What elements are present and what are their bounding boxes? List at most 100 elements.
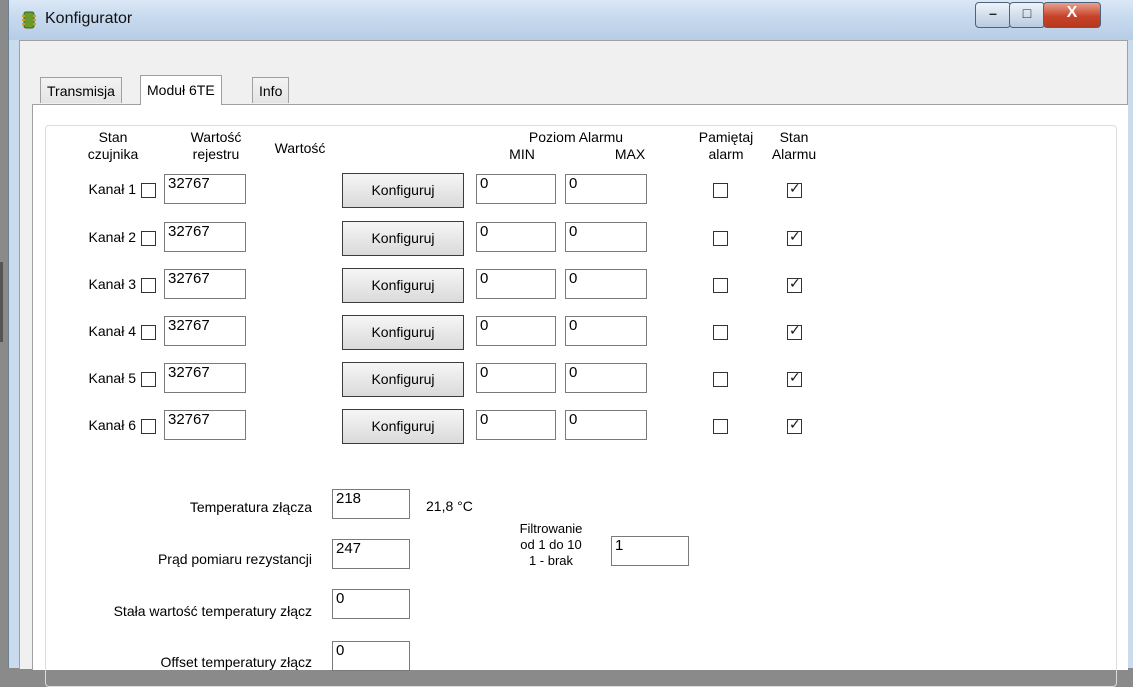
header-stan-alarmu-line1: Stan	[779, 129, 809, 145]
title-bar[interactable]: Konfigurator – □ X	[9, 0, 1133, 40]
header-stan-czujnika-line2: czujnika	[87, 146, 139, 162]
register-value: 32767	[168, 364, 210, 381]
alarm-min-field[interactable]: 0	[476, 174, 556, 204]
stala-value: 0	[336, 590, 345, 607]
tab-panel-modul-6te: Stan czujnika Wartość rejestru Wartość P…	[32, 104, 1128, 687]
alarm-state-checkbox[interactable]	[787, 276, 802, 293]
filtrowanie-field[interactable]: 1	[611, 536, 689, 566]
offset-field[interactable]: 0	[332, 641, 410, 671]
alarm-min-field[interactable]: 0	[476, 222, 556, 252]
alarm-max-value: 0	[569, 317, 578, 334]
maximize-button[interactable]: □	[1009, 2, 1045, 28]
remember-alarm-checkbox[interactable]	[713, 231, 728, 246]
register-value: 32767	[168, 175, 210, 192]
header-poziom-alarmu: Poziom Alarmu	[528, 129, 624, 145]
konfiguruj-button[interactable]: Konfiguruj	[342, 268, 464, 303]
alarm-max-value: 0	[569, 223, 578, 240]
alarm-min-value: 0	[480, 175, 489, 192]
remember-alarm-checkbox[interactable]	[713, 372, 728, 387]
alarm-state-checkbox[interactable]	[787, 229, 802, 246]
remember-alarm-checkbox[interactable]	[713, 278, 728, 293]
temperatura-label: Temperatura złącza	[189, 499, 312, 515]
tab-info[interactable]: Info	[252, 77, 290, 103]
konfiguruj-button[interactable]: Konfiguruj	[342, 315, 464, 350]
filtrowanie-line1: Filtrowanie	[519, 521, 583, 536]
alarm-state-checkbox[interactable]	[787, 323, 802, 340]
sensor-checkbox[interactable]	[141, 325, 156, 340]
sensor-checkbox[interactable]	[141, 278, 156, 293]
alarm-min-field[interactable]: 0	[476, 316, 556, 346]
register-field[interactable]: 32767	[164, 269, 246, 299]
header-stan-czujnika: Stan czujnika	[68, 129, 158, 163]
konfiguruj-button[interactable]: Konfiguruj	[342, 173, 464, 208]
alarm-max-value: 0	[569, 364, 578, 381]
alarm-state-checkbox[interactable]	[787, 370, 802, 387]
close-button[interactable]: X	[1043, 2, 1101, 28]
header-stan-alarmu-line2: Alarmu	[771, 146, 817, 162]
register-field[interactable]: 32767	[164, 363, 246, 393]
prad-value: 247	[336, 540, 362, 557]
filtrowanie-label: Filtrowanie od 1 do 10 1 - brak	[496, 521, 606, 569]
temperatura-field[interactable]: 218	[332, 489, 410, 519]
register-field[interactable]: 32767	[164, 174, 246, 204]
register-field[interactable]: 32767	[164, 316, 246, 346]
konfiguruj-button[interactable]: Konfiguruj	[342, 362, 464, 397]
register-field[interactable]: 32767	[164, 410, 246, 440]
alarm-min-value: 0	[480, 411, 489, 428]
sensor-checkbox[interactable]	[141, 231, 156, 246]
sensor-checkbox[interactable]	[141, 183, 156, 198]
prad-field[interactable]: 247	[332, 539, 410, 569]
channel-label: Kanał 3	[88, 276, 136, 292]
alarm-min-value: 0	[480, 364, 489, 381]
alarm-state-checkbox[interactable]	[787, 181, 802, 198]
alarm-min-value: 0	[480, 317, 489, 334]
header-wartosc-rejestru-line1: Wartość	[190, 129, 242, 145]
alarm-max-field[interactable]: 0	[565, 174, 647, 204]
alarm-min-field[interactable]: 0	[476, 269, 556, 299]
header-wartosc-rejestru-line2: rejestru	[192, 146, 240, 162]
sensor-checkbox[interactable]	[141, 372, 156, 387]
remember-alarm-checkbox[interactable]	[713, 183, 728, 198]
header-min: MIN	[509, 146, 535, 162]
register-value: 32767	[168, 223, 210, 240]
header-pamietaj-line1: Pamiętaj	[698, 129, 754, 145]
stala-field[interactable]: 0	[332, 589, 410, 619]
konfiguruj-button[interactable]: Konfiguruj	[342, 221, 464, 256]
register-field[interactable]: 32767	[164, 222, 246, 252]
channel-label: Kanał 5	[88, 370, 136, 386]
alarm-min-field[interactable]: 0	[476, 363, 556, 393]
offset-label: Offset temperatury złącz	[160, 654, 312, 670]
konfigurator-window: Konfigurator – □ X Transmisja Moduł 6TE …	[8, 0, 1133, 687]
tab-transmisja[interactable]: Transmisja	[40, 77, 122, 103]
header-wartosc-rejestru: Wartość rejestru	[176, 129, 256, 163]
alarm-max-field[interactable]: 0	[565, 222, 647, 252]
channel-label: Kanał 2	[88, 229, 136, 245]
alarm-max-value: 0	[569, 411, 578, 428]
alarm-state-checkbox[interactable]	[787, 417, 802, 434]
window-controls: – □ X	[969, 2, 1129, 28]
alarm-max-field[interactable]: 0	[565, 269, 647, 299]
alarm-max-value: 0	[569, 270, 578, 287]
minimize-button[interactable]: –	[975, 2, 1011, 28]
prad-label: Prąd pomiaru rezystancji	[157, 551, 312, 567]
close-icon: X	[1066, 4, 1078, 21]
alarm-max-field[interactable]: 0	[565, 363, 647, 393]
header-pamietaj-line2: alarm	[708, 146, 744, 162]
temperatura-value: 218	[336, 490, 362, 507]
remember-alarm-checkbox[interactable]	[713, 419, 728, 434]
alarm-max-field[interactable]: 0	[565, 410, 647, 440]
sensor-checkbox[interactable]	[141, 419, 156, 434]
alarm-max-field[interactable]: 0	[565, 316, 647, 346]
temperatura-readout: 21,8 °C	[426, 498, 473, 514]
remember-alarm-checkbox[interactable]	[713, 325, 728, 340]
minimize-icon: –	[989, 5, 997, 21]
channels-group: Stan czujnika Wartość rejestru Wartość P…	[45, 125, 1117, 687]
alarm-min-field[interactable]: 0	[476, 410, 556, 440]
header-wartosc: Wartość	[274, 140, 326, 156]
tab-modul-6te[interactable]: Moduł 6TE	[140, 75, 222, 105]
alarm-min-value: 0	[480, 270, 489, 287]
konfiguruj-button[interactable]: Konfiguruj	[342, 409, 464, 444]
filtrowanie-line2: od 1 do 10	[520, 537, 582, 552]
alarm-max-value: 0	[569, 175, 578, 192]
background-edge	[0, 262, 3, 342]
